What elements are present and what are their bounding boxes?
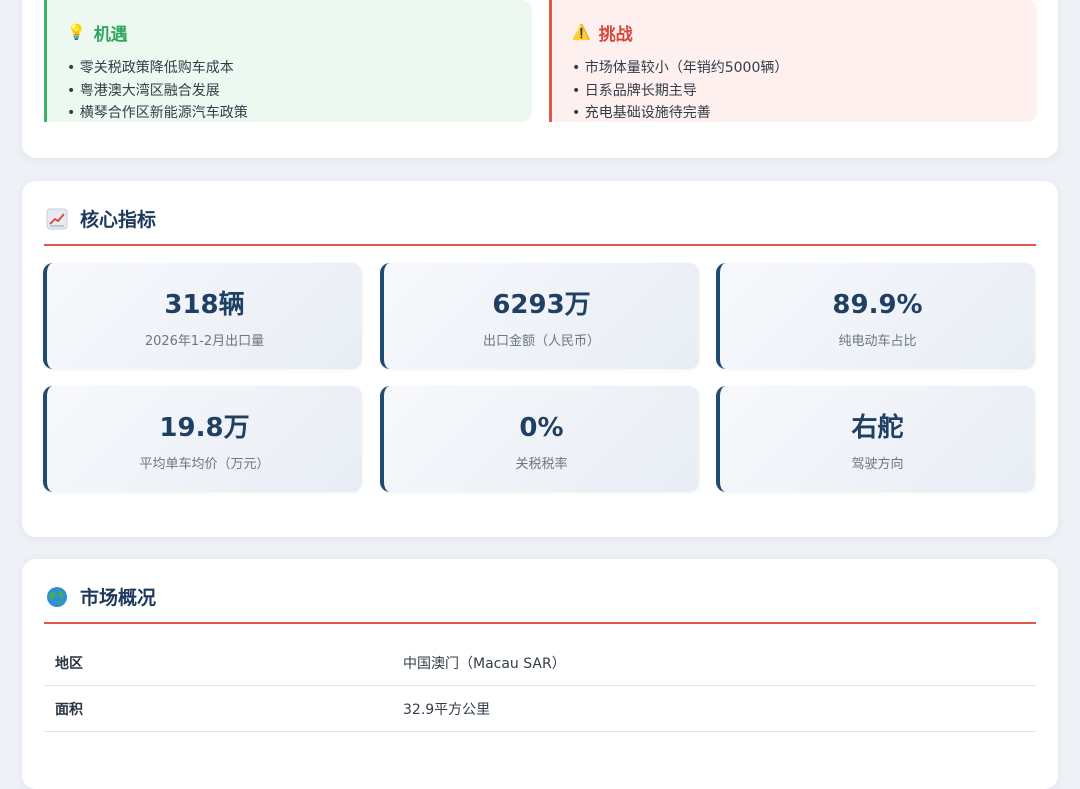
metric-label: 2026年1-2月出口量: [144, 334, 265, 349]
list-item: 日系品牌长期主导: [572, 80, 1037, 103]
globe-icon: [46, 586, 68, 608]
table-row: 地区 中国澳门（Macau SAR）: [44, 640, 1036, 686]
metric-value: 89.9%: [832, 290, 923, 320]
list-item: 充电基础设施待完善: [572, 102, 1037, 125]
metric-card: 19.8万 平均单车均价（万元）: [43, 386, 362, 492]
section-divider: [44, 244, 1036, 246]
metric-value: 0%: [519, 413, 564, 443]
table-row: 面积 32.9平方公里: [44, 686, 1036, 732]
metric-label: 驾驶方向: [851, 457, 904, 472]
row-key: 地区: [55, 655, 83, 672]
opportunity-challenge-card: 💡 机遇 零关税政策降低购车成本 粤港澳大湾区融合发展 横琴合作区新能源汽车政策…: [22, 0, 1058, 158]
metric-card: 0% 关税税率: [380, 386, 699, 492]
metric-value: 右舵: [851, 413, 904, 443]
challenge-header: ⚠️ 挑战: [572, 20, 1037, 46]
section-title: 市场概况: [80, 587, 157, 609]
challenge-title: 挑战: [598, 25, 633, 45]
list-item: 市场体量较小（年销约5000辆）: [572, 57, 1037, 80]
section-header: 市场概况: [46, 583, 156, 610]
metric-label: 平均单车均价（万元）: [139, 457, 270, 472]
opportunity-list: 零关税政策降低购车成本 粤港澳大湾区融合发展 横琴合作区新能源汽车政策: [67, 57, 532, 125]
section-header: 核心指标: [46, 205, 156, 232]
row-value: 中国澳门（Macau SAR）: [403, 655, 566, 672]
core-metrics-card: 核心指标 318辆 2026年1-2月出口量 6293万 出口金额（人民币） 8…: [22, 181, 1058, 537]
challenge-panel: ⚠️ 挑战 市场体量较小（年销约5000辆） 日系品牌长期主导 充电基础设施待完…: [549, 0, 1037, 122]
section-divider: [44, 622, 1036, 624]
metric-card: 6293万 出口金额（人民币）: [380, 263, 699, 369]
metric-card: 右舵 驾驶方向: [716, 386, 1035, 492]
market-overview-card: 市场概况 地区 中国澳门（Macau SAR） 面积 32.9平方公里: [22, 559, 1058, 789]
warning-icon: ⚠️: [572, 23, 591, 41]
metric-card: 89.9% 纯电动车占比: [716, 263, 1035, 369]
row-value: 32.9平方公里: [403, 701, 491, 718]
chart-icon: [46, 208, 68, 230]
opportunity-title: 机遇: [93, 25, 128, 45]
metric-value: 19.8万: [159, 413, 250, 443]
metric-value: 6293万: [492, 290, 591, 320]
challenge-list: 市场体量较小（年销约5000辆） 日系品牌长期主导 充电基础设施待完善: [572, 57, 1037, 125]
list-item: 零关税政策降低购车成本: [67, 57, 532, 80]
metric-label: 纯电动车占比: [838, 334, 917, 349]
metric-label: 关税税率: [515, 457, 568, 472]
row-key: 面积: [55, 701, 83, 718]
opportunity-panel: 💡 机遇 零关税政策降低购车成本 粤港澳大湾区融合发展 横琴合作区新能源汽车政策: [44, 0, 532, 122]
list-item: 粤港澳大湾区融合发展: [67, 80, 532, 103]
metric-value: 318辆: [164, 290, 245, 320]
metric-card: 318辆 2026年1-2月出口量: [43, 263, 362, 369]
metric-label: 出口金额（人民币）: [482, 334, 600, 349]
opportunity-header: 💡 机遇: [67, 20, 532, 46]
section-title: 核心指标: [80, 209, 157, 231]
list-item: 横琴合作区新能源汽车政策: [67, 102, 532, 125]
lightbulb-icon: 💡: [67, 23, 86, 41]
